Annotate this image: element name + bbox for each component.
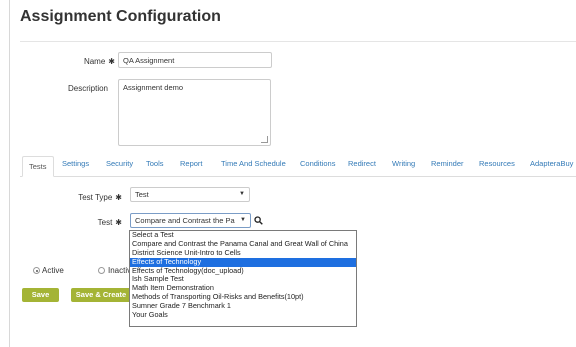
page-title: Assignment Configuration	[20, 8, 221, 25]
dropdown-option[interactable]: Compare and Contrast the Panama Canal an…	[130, 240, 356, 249]
tab-writing[interactable]: Writing	[392, 159, 415, 168]
dropdown-option[interactable]: Select a Test	[130, 231, 356, 240]
tab-resources[interactable]: Resources	[479, 159, 515, 168]
name-input[interactable]: QA Assignment	[118, 52, 272, 68]
name-label: Name ✱	[83, 57, 115, 66]
test-label: Test ✱	[97, 218, 122, 227]
test-dropdown-list: Select a Test Compare and Contrast the Pa…	[129, 230, 357, 327]
required-icon: ✱	[115, 218, 122, 227]
dropdown-option[interactable]: Methods of Transporting Oil-Risks and Be…	[130, 293, 356, 302]
dropdown-option[interactable]: Ish Sample Test	[130, 275, 356, 284]
tab-report[interactable]: Report	[180, 159, 203, 168]
active-radio[interactable]	[33, 267, 40, 274]
required-icon: ✱	[108, 57, 115, 66]
chevron-down-icon: ▼	[240, 217, 246, 223]
tab-reminder[interactable]: Reminder	[431, 159, 464, 168]
resize-handle-icon[interactable]	[261, 136, 268, 143]
tab-redirect[interactable]: Redirect	[348, 159, 376, 168]
description-label: Description	[67, 84, 108, 93]
tab-security[interactable]: Security	[106, 159, 133, 168]
tab-tools[interactable]: Tools	[146, 159, 164, 168]
title-divider	[20, 41, 576, 42]
tab-time-and-schedule[interactable]: Time And Schedule	[221, 159, 286, 168]
tab-settings[interactable]: Settings	[62, 159, 89, 168]
search-icon[interactable]	[254, 216, 263, 225]
test-type-select[interactable]: Test ▼	[130, 187, 250, 202]
dropdown-option[interactable]: District Science Unit-Intro to Cells	[130, 249, 356, 258]
tab-adapterabuy[interactable]: AdapteraBuy	[530, 159, 573, 168]
dropdown-option[interactable]: Sumner Grade 7 Benchmark 1	[130, 302, 356, 311]
tab-tests[interactable]: Tests	[22, 156, 54, 177]
save-and-create-button[interactable]: Save & Create	[71, 288, 131, 302]
config-tabs: Tests Settings Security Tools Report Tim…	[20, 156, 576, 177]
save-button[interactable]: Save	[22, 288, 59, 302]
test-type-label: Test Type ✱	[78, 193, 122, 202]
dropdown-option[interactable]: Effects of Technology	[130, 257, 356, 267]
active-radio-label: Active	[42, 266, 64, 275]
dropdown-option[interactable]: Effects of Technology(doc_upload)	[130, 267, 356, 276]
required-icon: ✱	[115, 193, 122, 202]
tab-conditions[interactable]: Conditions	[300, 159, 335, 168]
dropdown-option[interactable]: Math Item Demonstration	[130, 284, 356, 293]
inactive-radio[interactable]	[98, 267, 105, 274]
test-select[interactable]: Compare and Contrast the Pa ▼	[130, 213, 251, 228]
chevron-down-icon: ▼	[239, 191, 245, 197]
dropdown-option[interactable]: Your Goals	[130, 311, 356, 320]
description-textarea[interactable]: Assignment demo	[118, 79, 271, 146]
